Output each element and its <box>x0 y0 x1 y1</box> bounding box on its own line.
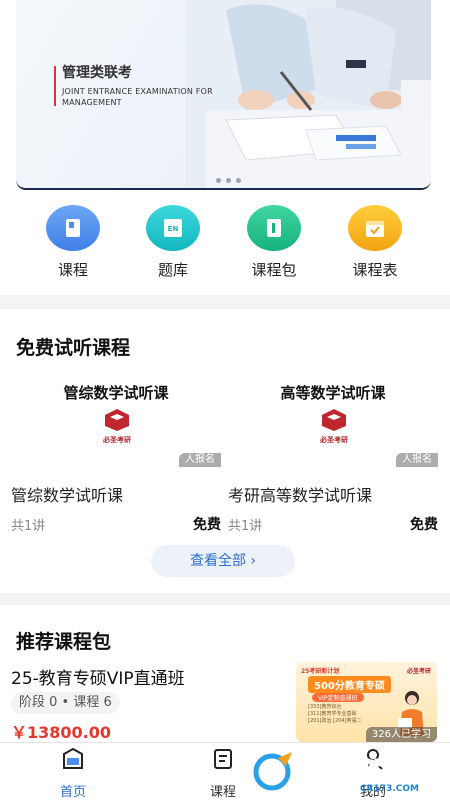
nav-label: 题库 <box>157 261 188 279</box>
section-title: 免费试听课程 <box>16 337 131 359</box>
package-meta-badge: 阶段 0 • 课程 6 <box>11 692 120 714</box>
carousel-indicator[interactable] <box>216 178 241 183</box>
course-card[interactable]: 管综数学试听课 必圣考研 人报名 管综数学试听课 共1讲 免费 <box>11 378 221 538</box>
course-name: 考研高等数学试听课 <box>228 486 373 505</box>
banner-accent-bar <box>54 66 56 106</box>
svg-text:EN: EN <box>168 225 179 233</box>
carousel-dot[interactable] <box>216 178 221 183</box>
banner-subtitle: JOINT ENTRANCE EXAMINATION FOR MANAGEMEN… <box>62 87 213 107</box>
home-icon <box>63 747 83 769</box>
tab-home[interactable]: 首页 <box>38 747 108 800</box>
thumb-subject-line: [201]政治 [204]英语二 <box>308 718 362 724</box>
thumb-subject-line: [311]教育学专业基础 <box>308 711 357 717</box>
enroll-badge: 人报名 <box>179 453 221 467</box>
banner-photo <box>186 0 431 188</box>
nav-item-course[interactable]: 课程 <box>33 205 113 280</box>
en-book-icon: EN <box>146 205 200 251</box>
package-name[interactable]: 25-教育专硕VIP直通班 <box>11 664 185 689</box>
brand-logo-text: 必圣考研 <box>103 436 131 444</box>
banner-title: 管理类联考 <box>62 65 132 81</box>
nav-label: 课程表 <box>352 261 398 279</box>
banner-area: 管理类联考 JOINT ENTRANCE EXAMINATION FOR MAN… <box>0 0 450 195</box>
thumb-subjects: [333]教育综合 [311]教育学专业基础 [201]政治 [204]英语二 <box>308 704 361 725</box>
course-thumbnail: 高等数学试听课 必圣考研 人报名 <box>228 378 438 468</box>
carousel-dot[interactable] <box>236 178 241 183</box>
thumb-pill: VIP定制直通班 <box>312 693 364 702</box>
course-icon <box>214 749 232 769</box>
view-all-button[interactable]: 查看全部 › <box>151 545 295 577</box>
brand-logo-icon <box>105 409 129 431</box>
watermark-url: CR173.COM <box>360 784 419 794</box>
brand-logo-icon <box>322 409 346 431</box>
section-title: 推荐课程包 <box>16 631 112 653</box>
course-name: 管综数学试听课 <box>11 486 124 505</box>
nav-label: 课程 <box>57 261 88 279</box>
package-icon <box>247 205 301 251</box>
quick-nav: 课程 EN 题库 课程包 课程表 <box>0 195 450 295</box>
watermark-logo: 西西软件园 CR173.COM <box>253 752 419 794</box>
thumb-brand: 必圣考研 <box>406 668 431 675</box>
learner-count-badge: 326人已学习 <box>365 727 437 742</box>
thumb-header: 25考研新计划 <box>301 668 340 675</box>
calendar-icon <box>348 205 402 251</box>
banner-carousel[interactable]: 管理类联考 JOINT ENTRANCE EXAMINATION FOR MAN… <box>16 0 431 190</box>
nav-item-schedule[interactable]: 课程表 <box>335 205 415 280</box>
nav-item-question-bank[interactable]: EN 题库 <box>133 205 213 280</box>
brand-logo-text: 必圣考研 <box>320 436 348 444</box>
enroll-badge: 人报名 <box>396 453 438 467</box>
book-icon <box>46 205 100 251</box>
thumb-subject-line: [333]教育综合 <box>308 704 342 710</box>
nav-label: 课程包 <box>251 261 297 279</box>
carousel-dot[interactable] <box>226 178 231 183</box>
course-card[interactable]: 高等数学试听课 必圣考研 人报名 考研高等数学试听课 共1讲 免费 <box>228 378 438 538</box>
course-thumbnail: 管综数学试听课 必圣考研 人报名 <box>11 378 221 468</box>
tab-label: 首页 <box>59 785 86 800</box>
course-price: 免费 <box>193 517 221 533</box>
thumb-headline: 500分教育专硕 <box>308 676 391 693</box>
lesson-count: 共1讲 <box>11 519 46 534</box>
nav-item-course-package[interactable]: 课程包 <box>234 205 314 280</box>
thumbnail-title: 管综数学试听课 <box>63 384 169 402</box>
course-price: 免费 <box>410 517 438 533</box>
watermark-brand: 西西软件园 <box>296 758 406 784</box>
package-thumbnail[interactable]: 25考研新计划 必圣考研 500分教育专硕 VIP定制直通班 [333]教育综合… <box>296 662 437 742</box>
lesson-count: 共1讲 <box>228 519 263 534</box>
thumbnail-title: 高等数学试听课 <box>280 384 386 402</box>
package-price: ￥13800.00 <box>11 723 112 742</box>
